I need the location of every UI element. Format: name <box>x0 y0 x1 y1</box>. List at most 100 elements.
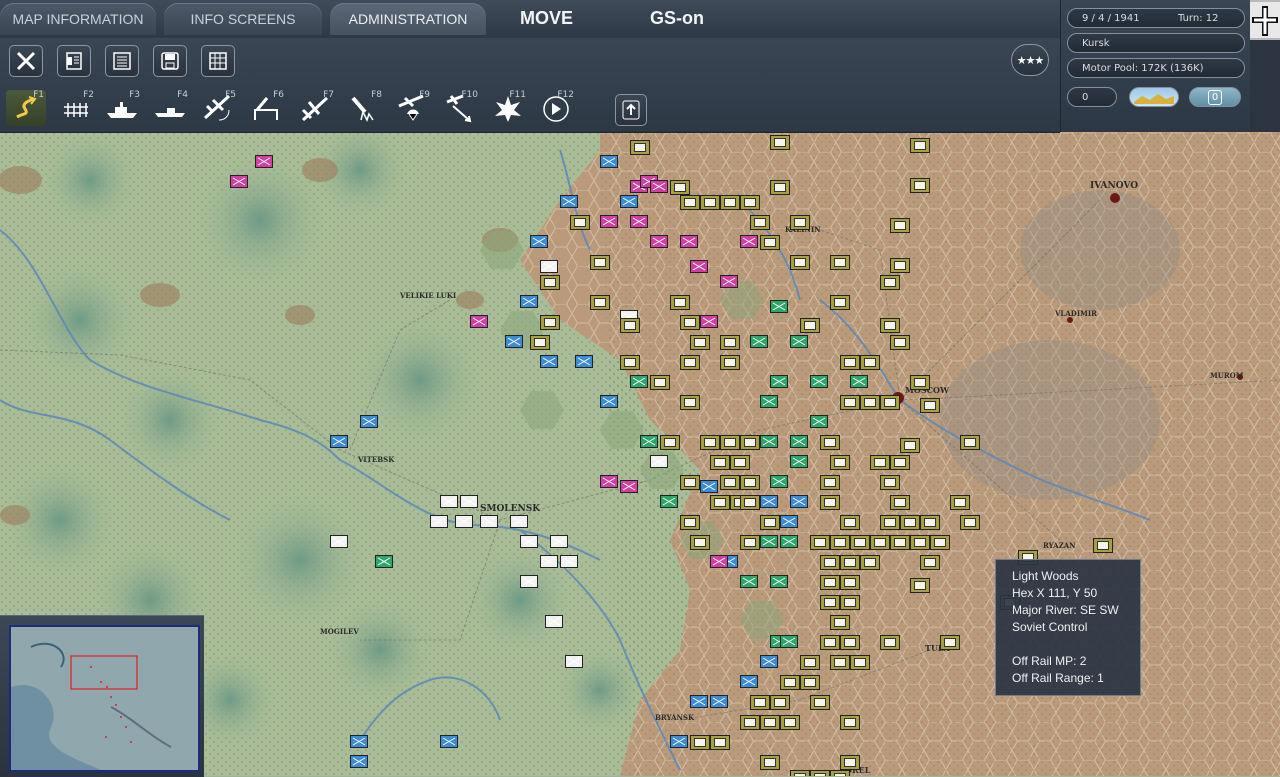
soviet-unit-counter[interactable] <box>910 138 930 153</box>
soviet-unit-counter[interactable] <box>770 180 790 195</box>
soviet-unit-counter[interactable] <box>690 735 710 750</box>
soviet-unit-counter[interactable] <box>920 398 940 413</box>
fkey-naval-transport[interactable]: F3 <box>102 90 142 126</box>
move-mode-label[interactable]: MOVE <box>520 8 573 29</box>
german-unit-counter[interactable] <box>850 375 868 388</box>
soviet-unit-counter[interactable] <box>960 515 980 530</box>
end-turn-button[interactable] <box>615 94 647 126</box>
german-unit-counter[interactable] <box>780 535 798 548</box>
soviet-unit-counter[interactable] <box>670 180 690 195</box>
german-unit-counter[interactable] <box>230 175 248 188</box>
soviet-unit-counter[interactable] <box>740 475 760 490</box>
german-unit-counter[interactable] <box>520 295 538 308</box>
minimap[interactable] <box>9 625 200 772</box>
german-unit-counter[interactable] <box>350 755 368 768</box>
german-unit-counter[interactable] <box>770 300 788 313</box>
weather-indicator[interactable] <box>1129 87 1179 107</box>
rating-button[interactable]: ★★★ <box>1011 44 1049 76</box>
soviet-unit-counter[interactable] <box>790 215 810 230</box>
soviet-unit-counter[interactable] <box>690 335 710 350</box>
soviet-unit-counter[interactable] <box>790 770 810 776</box>
soviet-unit-counter[interactable] <box>720 475 740 490</box>
soviet-unit-counter[interactable] <box>650 375 670 390</box>
soviet-unit-counter[interactable] <box>670 295 690 310</box>
german-unit-counter[interactable] <box>690 260 708 273</box>
soviet-unit-counter[interactable] <box>930 535 950 550</box>
fkey-combat[interactable]: F11 <box>488 90 528 126</box>
german-unit-counter[interactable] <box>440 735 458 748</box>
soviet-unit-counter[interactable] <box>880 635 900 650</box>
soviet-unit-counter[interactable] <box>760 515 780 530</box>
soviet-unit-counter[interactable] <box>590 255 610 270</box>
soviet-unit-counter[interactable] <box>740 495 760 510</box>
soviet-unit-counter[interactable] <box>900 438 920 453</box>
soviet-unit-counter[interactable] <box>800 318 820 333</box>
german-unit-counter[interactable] <box>740 675 758 688</box>
soviet-unit-counter[interactable] <box>890 218 910 233</box>
soviet-unit-counter[interactable] <box>830 455 850 470</box>
german-unit-counter[interactable] <box>550 535 568 548</box>
soviet-unit-counter[interactable] <box>680 395 700 410</box>
german-unit-counter[interactable] <box>650 235 668 248</box>
german-unit-counter[interactable] <box>770 375 788 388</box>
soviet-unit-counter[interactable] <box>840 555 860 570</box>
soviet-unit-counter[interactable] <box>950 495 970 510</box>
soviet-unit-counter[interactable] <box>840 755 860 770</box>
fkey-next-unit[interactable]: F12 <box>536 90 576 126</box>
german-unit-counter[interactable] <box>640 435 658 448</box>
soviet-unit-counter[interactable] <box>740 715 760 730</box>
soviet-unit-counter[interactable] <box>830 655 850 670</box>
german-unit-counter[interactable] <box>540 260 558 273</box>
soviet-unit-counter[interactable] <box>760 755 780 770</box>
soviet-unit-counter[interactable] <box>830 615 850 630</box>
soviet-unit-counter[interactable] <box>540 315 560 330</box>
soviet-unit-counter[interactable] <box>730 455 750 470</box>
fkey-air-recon[interactable]: F5 <box>198 90 238 126</box>
german-unit-counter[interactable] <box>350 735 368 748</box>
german-unit-counter[interactable] <box>540 555 558 568</box>
german-unit-counter[interactable] <box>740 235 758 248</box>
soviet-unit-counter[interactable] <box>910 578 930 593</box>
soviet-unit-counter[interactable] <box>760 235 780 250</box>
german-unit-counter[interactable] <box>760 435 778 448</box>
soviet-unit-counter[interactable] <box>910 535 930 550</box>
soviet-unit-counter[interactable] <box>820 635 840 650</box>
save-button[interactable] <box>153 45 187 77</box>
soviet-unit-counter[interactable] <box>790 255 810 270</box>
commander-report-button[interactable] <box>57 45 91 77</box>
soviet-unit-counter[interactable] <box>710 455 730 470</box>
soviet-unit-counter[interactable] <box>890 335 910 350</box>
german-unit-counter[interactable] <box>330 535 348 548</box>
soviet-unit-counter[interactable] <box>750 695 770 710</box>
soviet-unit-counter[interactable] <box>880 318 900 333</box>
german-unit-counter[interactable] <box>460 495 478 508</box>
soviet-unit-counter[interactable] <box>840 515 860 530</box>
soviet-unit-counter[interactable] <box>890 535 910 550</box>
soviet-unit-counter[interactable] <box>820 595 840 610</box>
german-unit-counter[interactable] <box>575 355 593 368</box>
soviet-unit-counter[interactable] <box>680 515 700 530</box>
soviet-unit-counter[interactable] <box>960 435 980 450</box>
fkey-ground-attack[interactable]: F6 <box>246 90 286 126</box>
german-unit-counter[interactable] <box>790 335 808 348</box>
german-unit-counter[interactable] <box>520 575 538 588</box>
fkey-air-strike[interactable]: F7 <box>296 90 336 126</box>
soviet-unit-counter[interactable] <box>740 435 760 450</box>
german-unit-counter[interactable] <box>720 275 738 288</box>
german-unit-counter[interactable] <box>790 495 808 508</box>
soviet-unit-counter[interactable] <box>820 575 840 590</box>
soviet-unit-counter[interactable] <box>740 195 760 210</box>
soviet-unit-counter[interactable] <box>680 355 700 370</box>
soviet-unit-counter[interactable] <box>860 555 880 570</box>
soviet-unit-counter[interactable] <box>780 715 800 730</box>
german-unit-counter[interactable] <box>780 515 798 528</box>
soviet-unit-counter[interactable] <box>920 515 940 530</box>
soviet-unit-counter[interactable] <box>700 435 720 450</box>
soviet-unit-counter[interactable] <box>800 675 820 690</box>
german-unit-counter[interactable] <box>255 155 273 168</box>
german-unit-counter[interactable] <box>670 735 688 748</box>
soviet-unit-counter[interactable] <box>820 475 840 490</box>
german-unit-counter[interactable] <box>565 655 583 668</box>
soviet-unit-counter[interactable] <box>910 178 930 193</box>
soviet-unit-counter[interactable] <box>660 435 680 450</box>
